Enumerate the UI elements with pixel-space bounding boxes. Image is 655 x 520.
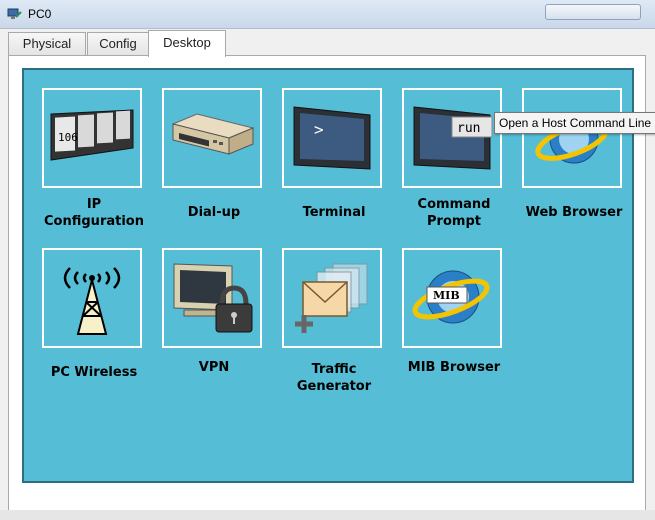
ip-configuration-icon: 106	[50, 109, 134, 161]
app-label: Dial-up	[187, 205, 241, 220]
app-tile[interactable]: >	[282, 88, 382, 188]
vpn-lock-icon	[173, 263, 253, 333]
app-label: Traffic Generator	[296, 362, 372, 394]
app-tile[interactable]	[162, 248, 262, 348]
app-pc-wireless[interactable]: PC Wireless	[42, 248, 146, 380]
tab-desktop[interactable]: Desktop	[148, 30, 226, 57]
title-bar: PC0	[0, 0, 655, 29]
app-tile[interactable]: 106	[42, 88, 142, 188]
app-terminal[interactable]: > Terminal	[282, 88, 386, 220]
pc-app-icon	[7, 8, 22, 19]
command-prompt-tooltip: Open a Host Command Line	[494, 112, 655, 134]
app-tile[interactable]: run	[402, 88, 502, 188]
svg-text:MIB: MIB	[433, 289, 460, 302]
app-traffic-generator[interactable]: Traffic Generator	[282, 248, 386, 394]
mib-browser-icon: MIB	[412, 270, 490, 324]
app-label: VPN	[198, 360, 230, 375]
app-label: Web Browser	[525, 205, 623, 220]
app-tile[interactable]	[42, 248, 142, 348]
app-label: Command Prompt	[417, 197, 491, 229]
status-bar	[0, 510, 655, 520]
app-tile[interactable]	[282, 248, 382, 348]
app-tile[interactable]	[522, 88, 622, 188]
app-label: IP Configuration	[44, 197, 144, 229]
app-label: Terminal	[302, 205, 366, 220]
app-ip-configuration[interactable]: 106 IP Configuration	[42, 88, 146, 229]
app-command-prompt[interactable]: run Command Prompt	[402, 88, 506, 229]
app-label: MIB Browser	[407, 360, 501, 375]
app-dial-up[interactable]: Dial-up	[162, 88, 266, 220]
app-mib-browser[interactable]: MIB MIB Browser	[402, 248, 506, 375]
tab-config[interactable]: Config	[87, 32, 149, 55]
app-web-browser[interactable]: Web Browser	[522, 88, 626, 220]
svg-text:run: run	[457, 121, 480, 136]
modem-icon	[171, 113, 255, 155]
app-vpn[interactable]: VPN	[162, 248, 266, 375]
wireless-tower-icon	[63, 267, 121, 335]
command-prompt-icon: run	[413, 106, 493, 170]
app-tile[interactable]	[162, 88, 262, 188]
window-title: PC0	[28, 7, 52, 21]
terminal-icon: >	[293, 106, 371, 170]
traffic-generator-icon	[295, 263, 368, 333]
tab-physical[interactable]: Physical	[8, 32, 86, 55]
app-label: PC Wireless	[50, 365, 138, 380]
svg-text:>: >	[314, 120, 324, 139]
window-controls[interactable]	[545, 4, 641, 20]
svg-text:106: 106	[58, 131, 78, 144]
app-tile[interactable]: MIB	[402, 248, 502, 348]
